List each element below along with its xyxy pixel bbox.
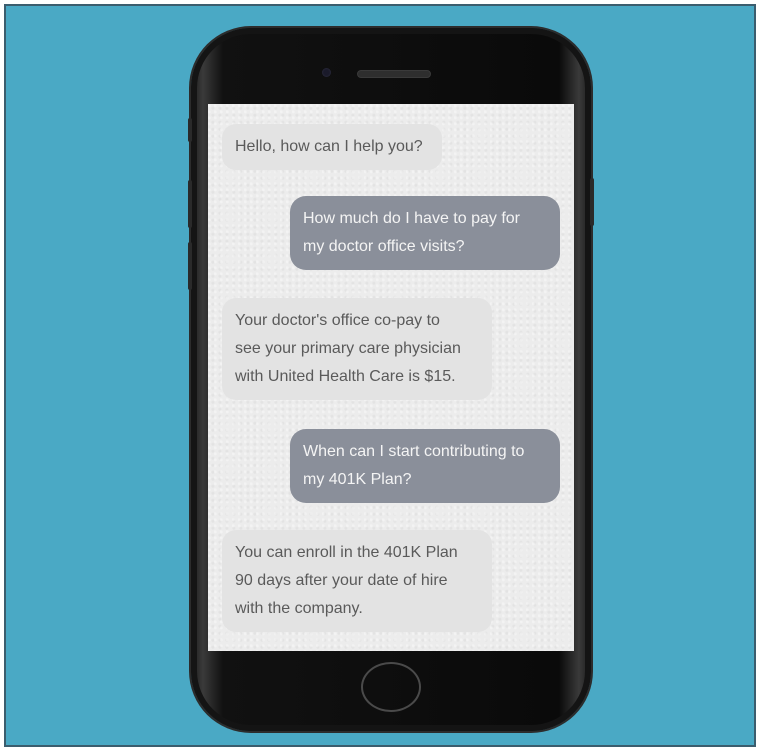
speaker-grille: [357, 70, 431, 78]
home-button[interactable]: [361, 662, 421, 712]
bot-message: You can enroll in the 401K Plan 90 days …: [222, 530, 492, 632]
user-message: How much do I have to pay for my doctor …: [290, 196, 560, 270]
user-message: When can I start contributing to my 401K…: [290, 429, 560, 503]
mute-switch: [188, 118, 192, 142]
bot-message: Your doctor's office co-pay to see your …: [222, 298, 492, 400]
power-button: [590, 178, 594, 226]
camera-icon: [322, 68, 331, 77]
volume-down-button: [188, 242, 192, 290]
volume-up-button: [188, 180, 192, 228]
bot-message: Hello, how can I help you?: [222, 124, 442, 170]
chat-screen: Hello, how can I help you? How much do I…: [208, 104, 574, 651]
